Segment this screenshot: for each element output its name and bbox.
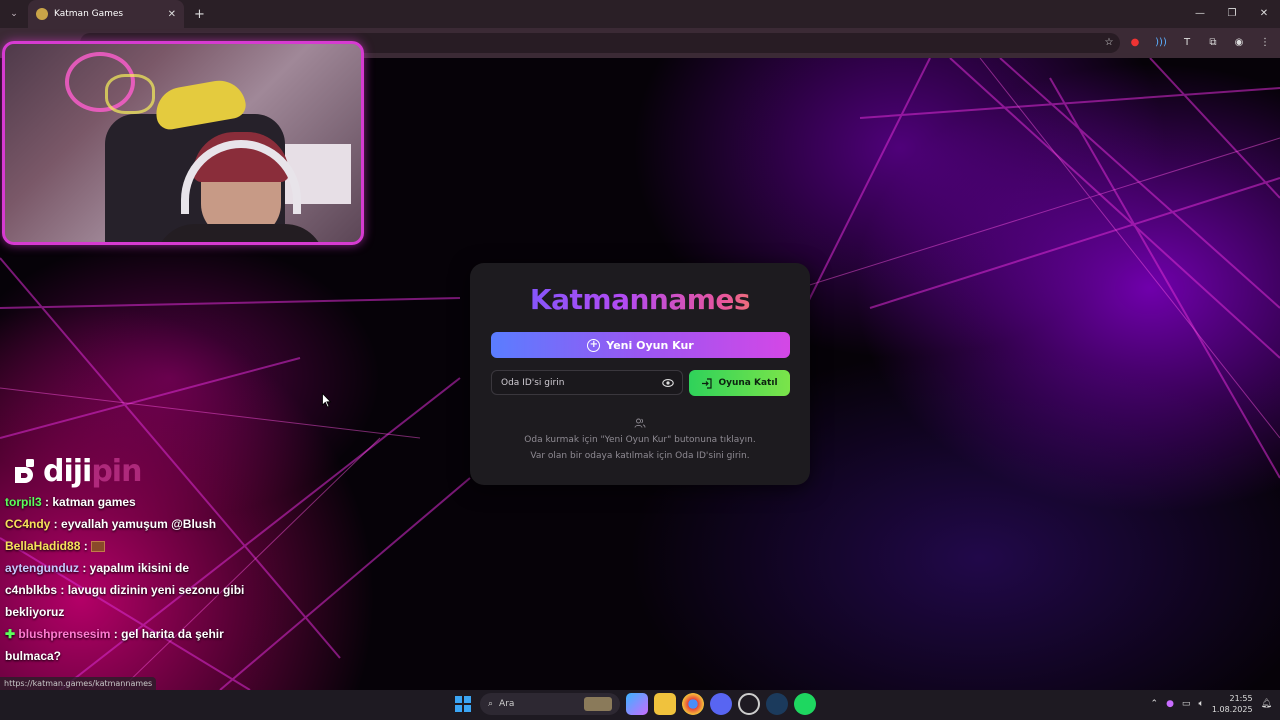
tab-title: Katman Games	[54, 9, 124, 19]
join-game-button[interactable]: Oyuna Katıl	[689, 370, 790, 396]
windows-taskbar: ⌕ Ara ⌃ ● ▭ 🔈︎ 21:55 1.08.2025 🔔︎	[0, 690, 1280, 720]
chat-message: BellaHadid88 :	[5, 535, 265, 557]
new-tab-plus-icon[interactable]: +	[194, 7, 205, 22]
extension-t-icon[interactable]: T	[1178, 33, 1196, 51]
streamer-webcam	[2, 41, 364, 245]
search-icon: ⌕	[488, 699, 494, 709]
search-label: Ara	[499, 699, 515, 709]
toolbar-icons: ☆ ● ))) T ⧉ ◉ ⋮	[1100, 33, 1274, 51]
discord-icon[interactable]	[710, 693, 732, 715]
tray-chevron-up-icon[interactable]: ⌃	[1151, 699, 1159, 709]
eye-icon[interactable]	[662, 377, 674, 389]
display-icon[interactable]: ▭	[1182, 699, 1191, 709]
chat-badge-icon: ✚	[5, 627, 16, 641]
chat-emote-icon	[91, 541, 106, 553]
browser-tab-katman-games[interactable]: Katman Games ✕	[28, 0, 184, 28]
game-lobby-card: Katmannames + Yeni Oyun Kur Oyuna Katıl …	[470, 263, 810, 485]
new-game-button[interactable]: + Yeni Oyun Kur	[491, 332, 790, 358]
microphone-icon[interactable]: ●	[1166, 699, 1174, 709]
chat-message: aytengunduz : yapalım ikisini de	[5, 561, 190, 575]
copilot-icon[interactable]	[626, 693, 648, 715]
steam-icon[interactable]	[766, 693, 788, 715]
menu-kebab-icon[interactable]: ⋮	[1256, 33, 1274, 51]
plus-circle-icon: +	[587, 338, 601, 352]
neon-sign-yellow	[105, 74, 155, 114]
chat-message: ✚ blushprensesim : gel harita da şehir b…	[5, 627, 224, 663]
chrome-icon[interactable]	[682, 693, 704, 715]
hint-create: Oda kurmak için "Yeni Oyun Kur" butonuna…	[524, 435, 756, 445]
clock-date: 1.08.2025	[1211, 705, 1253, 714]
chat-overlay: torpil3 : katman games CC4ndy : eyvallah…	[5, 491, 265, 667]
search-highlight-image	[584, 697, 612, 711]
streamer-body	[155, 224, 325, 242]
chat-message: CC4ndy : eyvallah yamuşum @Blush	[5, 517, 217, 531]
spotify-icon[interactable]	[794, 693, 816, 715]
users-icon	[634, 418, 646, 428]
system-tray: ⌃ ● ▭ 🔈︎ 21:55 1.08.2025 🔔︎	[1151, 693, 1272, 715]
chat-message: c4nblkbs : lavugu dizinin yeni sezonu gi…	[5, 583, 245, 619]
clock-time: 21:55	[1229, 694, 1253, 703]
window-controls: — ❐ ✕	[1184, 0, 1280, 28]
new-game-label: Yeni Oyun Kur	[606, 338, 694, 352]
app-clock-icon[interactable]	[738, 693, 760, 715]
hint-join: Var olan bir odaya katılmak için Oda ID'…	[530, 451, 750, 461]
chat-message: torpil3 : katman games	[5, 495, 136, 509]
taskbar-apps: ⌕ Ara	[452, 693, 816, 715]
volume-icon[interactable]: 🔈︎	[1198, 699, 1203, 709]
windows-start-icon[interactable]	[452, 693, 474, 715]
extension-record-icon[interactable]: ●	[1126, 33, 1144, 51]
bookmark-star-icon[interactable]: ☆	[1100, 33, 1118, 51]
tab-close-icon[interactable]: ✕	[168, 9, 176, 20]
site-favicon-icon	[36, 8, 48, 20]
profile-avatar-icon[interactable]: ◉	[1230, 33, 1248, 51]
taskbar-clock[interactable]: 21:55 1.08.2025	[1212, 693, 1253, 715]
restore-icon[interactable]: ❐	[1216, 0, 1248, 28]
minimize-icon[interactable]: —	[1184, 0, 1216, 28]
close-window-icon[interactable]: ✕	[1248, 0, 1280, 28]
login-arrow-icon	[702, 377, 713, 389]
tab-search-chevron-icon[interactable]: ⌄	[4, 4, 24, 24]
room-id-input[interactable]	[491, 370, 683, 395]
dijipin-logo: dijipin	[11, 454, 142, 489]
taskbar-search[interactable]: ⌕ Ara	[480, 693, 620, 715]
file-explorer-icon[interactable]	[654, 693, 676, 715]
browser-tab-strip: ⌄ Katman Games ✕ + — ❐ ✕	[0, 0, 1280, 28]
join-game-label: Oyuna Katıl	[718, 378, 778, 388]
extensions-puzzle-icon[interactable]: ⧉	[1204, 33, 1222, 51]
katmannames-logo: Katmannames	[470, 283, 810, 316]
dijipin-wordmark: dijipin	[43, 454, 142, 489]
status-bar-url: https://katman.games/katmannames	[0, 677, 157, 690]
mouse-cursor-icon	[322, 393, 332, 408]
notification-bell-icon[interactable]: 🔔︎	[1261, 699, 1272, 709]
extension-audio-icon[interactable]: )))	[1152, 33, 1170, 51]
dijipin-mark-icon	[15, 458, 34, 483]
